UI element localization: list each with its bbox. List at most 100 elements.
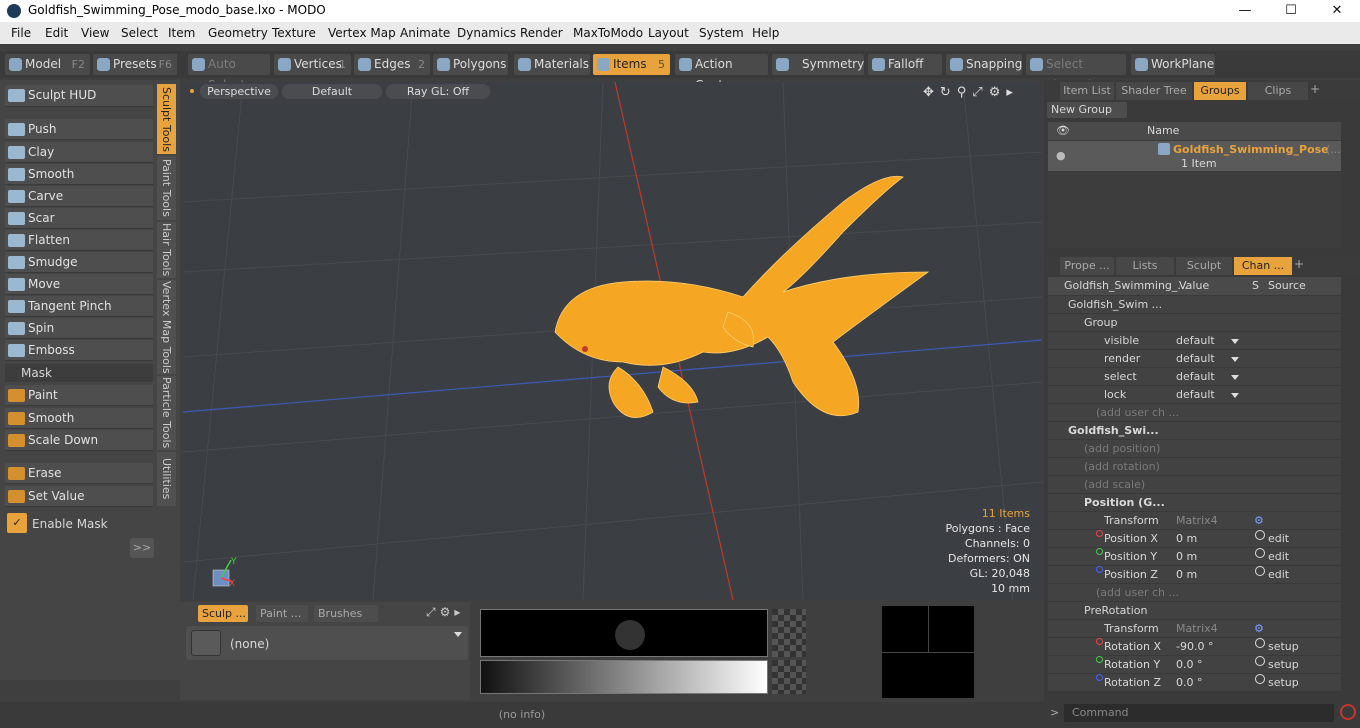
default-dropdown[interactable]: Default: [282, 84, 382, 99]
tab-sculpt-tools[interactable]: Sculpt Tools: [157, 84, 176, 154]
tab-groups[interactable]: Groups: [1194, 82, 1246, 100]
channel-value[interactable]: 0 m: [1176, 530, 1197, 548]
brush-selector[interactable]: (none): [186, 626, 468, 660]
channel-value[interactable]: 0.0 °: [1176, 656, 1203, 674]
channel-row[interactable]: visible default: [1048, 332, 1341, 350]
tab-utilities[interactable]: Utilities: [157, 452, 176, 506]
model-button[interactable]: Model F2: [5, 54, 90, 75]
tab-item-list[interactable]: Item List: [1060, 82, 1114, 100]
tab-brushes[interactable]: Brushes: [314, 605, 378, 622]
tab-hair-tools[interactable]: Hair Tools: [157, 222, 176, 278]
menu-view[interactable]: View: [81, 26, 109, 40]
menu-file[interactable]: File: [11, 26, 31, 40]
tab-properties[interactable]: Prope ...: [1060, 257, 1114, 275]
tab-sculpt-props[interactable]: Sculpt: [1176, 257, 1232, 275]
key-circle-icon[interactable]: [1255, 674, 1265, 684]
channel-row[interactable]: Rotation Y 0.0 ° setup: [1048, 656, 1341, 674]
channel-row[interactable]: render default: [1048, 350, 1341, 368]
channel-row[interactable]: (add user ch ...: [1048, 404, 1341, 422]
mask-smooth[interactable]: Smooth: [5, 408, 153, 429]
viewport-nav-icons[interactable]: ✥↻⚲⤢⚙▸: [923, 85, 1019, 100]
channel-row[interactable]: lock default: [1048, 386, 1341, 404]
channel-row[interactable]: (add user ch ...: [1048, 584, 1341, 602]
chevron-down-icon[interactable]: [1176, 368, 1242, 386]
tab-particle-tools[interactable]: Particle Tools: [157, 376, 176, 450]
chevron-down-icon[interactable]: [1176, 386, 1242, 404]
key-circle-icon[interactable]: [1255, 638, 1265, 648]
menu-dynamics[interactable]: Dynamics: [457, 26, 516, 40]
tab-sculpt[interactable]: Sculp ...: [198, 605, 248, 622]
tool-smudge[interactable]: Smudge: [5, 252, 153, 273]
raygl-dropdown[interactable]: Ray GL: Off: [386, 84, 490, 99]
edges-button[interactable]: Edges 2: [354, 54, 430, 75]
command-input[interactable]: Command: [1064, 704, 1334, 722]
visibility-icon[interactable]: ●: [1056, 149, 1066, 162]
channel-row[interactable]: Position Y 0 m edit: [1048, 548, 1341, 566]
auto-select-button[interactable]: Auto Select: [188, 54, 270, 92]
chevron-down-icon[interactable]: [454, 632, 462, 641]
channel-value[interactable]: Matrix4: [1176, 512, 1218, 530]
tool-smooth[interactable]: Smooth: [5, 164, 153, 185]
tool-clay[interactable]: Clay: [5, 142, 153, 163]
menu-edit[interactable]: Edit: [45, 26, 68, 40]
symmetry-button[interactable]: Symmetry: [772, 54, 864, 75]
group-row[interactable]: ● Goldfish_Swimming_Pose (... 1 Item: [1048, 141, 1341, 171]
perspective-dropdown[interactable]: Perspective: [200, 84, 278, 99]
channel-row[interactable]: Transform Matrix4 ⚙: [1048, 512, 1341, 530]
tab-paint[interactable]: Paint ...: [256, 605, 308, 622]
record-icon[interactable]: [1340, 704, 1356, 720]
tab-clips[interactable]: Clips: [1248, 82, 1308, 100]
key-circle-icon[interactable]: [1255, 566, 1265, 576]
close-icon[interactable]: ✕: [1314, 0, 1360, 22]
channel-row[interactable]: (add rotation): [1048, 458, 1341, 476]
channel-row[interactable]: Position (G...: [1048, 494, 1341, 512]
minimize-icon[interactable]: —: [1222, 0, 1268, 22]
channel-row[interactable]: Position Z 0 m edit: [1048, 566, 1341, 584]
workplane-button[interactable]: WorkPlane: [1131, 54, 1215, 75]
tool-move[interactable]: Move: [5, 274, 153, 295]
action-center-button[interactable]: Action Center: [675, 54, 768, 92]
channel-row[interactable]: Transform Matrix4 ⚙: [1048, 620, 1341, 638]
menu-item[interactable]: Item: [168, 26, 195, 40]
mask-header[interactable]: Mask: [5, 364, 153, 382]
menu-system[interactable]: System: [699, 26, 744, 40]
channel-row[interactable]: Rotation X -90.0 ° setup: [1048, 638, 1341, 656]
chevron-down-icon[interactable]: [1176, 350, 1242, 368]
channel-value[interactable]: 0 m: [1176, 566, 1197, 584]
viewport-menu-icon[interactable]: [190, 89, 194, 93]
channel-value[interactable]: -90.0 °: [1176, 638, 1213, 656]
chevron-down-icon[interactable]: [1176, 332, 1242, 350]
tool-flatten[interactable]: Flatten: [5, 230, 153, 251]
channel-row[interactable]: Group: [1048, 314, 1341, 332]
channel-row[interactable]: Position X 0 m edit: [1048, 530, 1341, 548]
items-button[interactable]: Items 5: [593, 54, 670, 75]
new-group-button[interactable]: New Group: [1047, 102, 1127, 118]
tool-tangent-pinch[interactable]: Tangent Pinch: [5, 296, 153, 317]
tab-vertex-map-tools[interactable]: Vertex Map Tools: [157, 280, 176, 374]
add-tab-icon[interactable]: +: [1310, 82, 1320, 96]
channel-value[interactable]: 0 m: [1176, 548, 1197, 566]
tool-carve[interactable]: Carve: [5, 186, 153, 207]
gear-icon[interactable]: ⚙: [1254, 620, 1264, 638]
more-button[interactable]: >>: [130, 538, 154, 558]
vertices-button[interactable]: Vertices 1: [274, 54, 351, 75]
channel-row[interactable]: select default: [1048, 368, 1341, 386]
sculpt-hud-button[interactable]: Sculpt HUD: [5, 85, 153, 107]
maximize-icon[interactable]: ☐: [1268, 0, 1314, 22]
add-tab-icon-2[interactable]: +: [1294, 257, 1304, 271]
key-circle-icon[interactable]: [1255, 656, 1265, 666]
snapping-button[interactable]: Snapping: [946, 54, 1022, 75]
channel-row[interactable]: Rotation Z 0.0 ° setup: [1048, 674, 1341, 692]
menu-maxtomodo[interactable]: MaxToModo: [573, 26, 643, 40]
tool-emboss[interactable]: Emboss: [5, 340, 153, 361]
menu-animate[interactable]: Animate: [400, 26, 450, 40]
tool-scar[interactable]: Scar: [5, 208, 153, 229]
menu-vertex-map[interactable]: Vertex Map: [328, 26, 396, 40]
tool-push[interactable]: Push: [5, 119, 153, 140]
channel-value[interactable]: 0.0 °: [1176, 674, 1203, 692]
channel-row[interactable]: Goldfish_Swim ...: [1048, 296, 1341, 314]
channel-row[interactable]: Goldfish_Swi...: [1048, 422, 1341, 440]
3d-viewport[interactable]: Y X Perspective Default Ray GL: Off ✥↻⚲⤢…: [183, 82, 1042, 600]
polygons-button[interactable]: Polygons: [433, 54, 508, 75]
menu-select[interactable]: Select: [121, 26, 158, 40]
